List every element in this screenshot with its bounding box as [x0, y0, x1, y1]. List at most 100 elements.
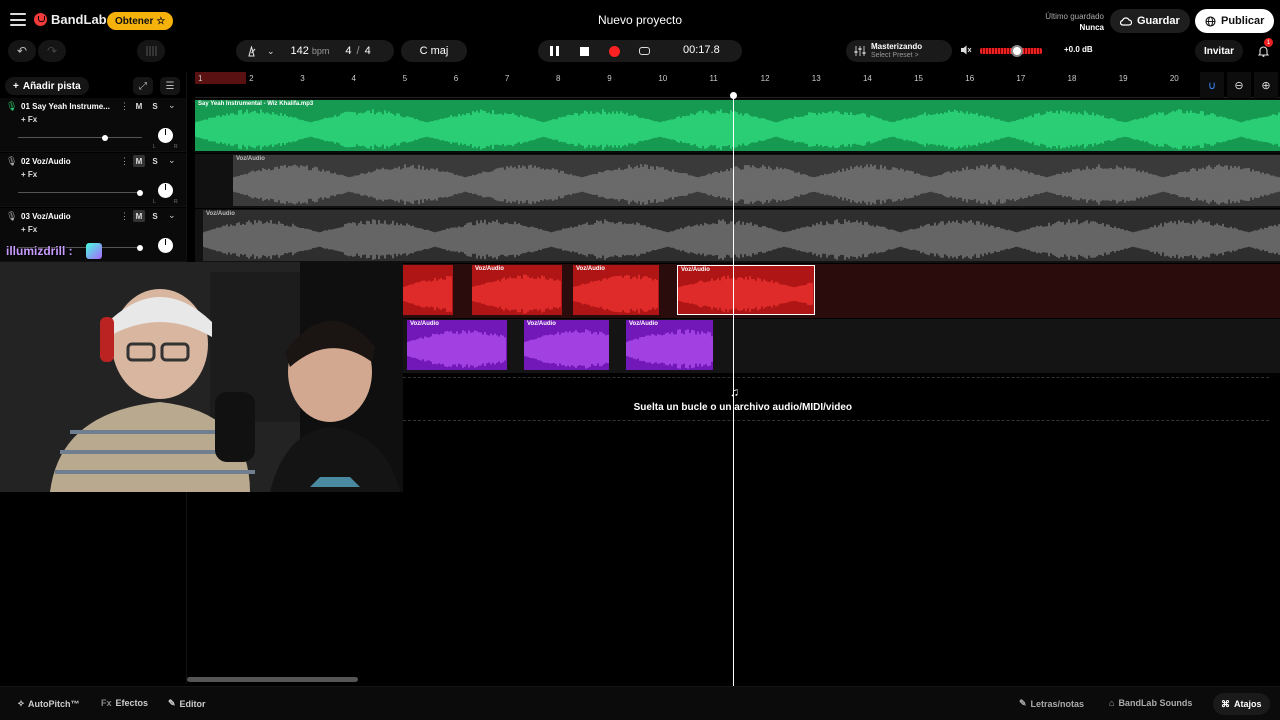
- pan-knob[interactable]: [158, 128, 173, 143]
- audio-region-instrumental[interactable]: Say Yeah Instrumental - Wiz Khalifa.mp3: [195, 100, 1280, 151]
- publish-button[interactable]: Publicar: [1195, 9, 1275, 33]
- loop-region[interactable]: [195, 72, 246, 84]
- playhead[interactable]: [733, 96, 734, 686]
- track-settings-button[interactable]: ☰: [160, 77, 180, 95]
- project-title[interactable]: Nuevo proyecto: [540, 13, 740, 27]
- loop-button[interactable]: [636, 43, 652, 59]
- more-options-icon[interactable]: ⋮: [120, 156, 129, 167]
- plus-icon: +: [13, 80, 19, 92]
- stop-button[interactable]: [576, 43, 592, 59]
- pause-button[interactable]: [546, 43, 562, 59]
- mixer-button[interactable]: [137, 40, 165, 62]
- pan-knob[interactable]: [158, 183, 173, 198]
- track-name[interactable]: 01 Say Yeah Instrume...: [21, 102, 117, 111]
- add-fx-button[interactable]: + Fx: [21, 170, 37, 179]
- audio-region-vocal[interactable]: [403, 265, 453, 315]
- key-selector[interactable]: C maj: [401, 40, 467, 62]
- chevron-down-icon[interactable]: ⌄: [168, 210, 176, 221]
- save-label: Guardar: [1137, 15, 1180, 27]
- invite-label: Invitar: [1203, 45, 1234, 57]
- timeline-ruler[interactable]: 1 2 3 4 5 6 7 8 9 10 11 12 13 14 15 16 17 18 19 20 ∪ ⊖ ⊕: [195, 72, 1280, 98]
- record-button[interactable]: [606, 43, 622, 59]
- chevron-down-icon[interactable]: ⌄: [168, 155, 176, 166]
- region-label: Voz/Audio: [475, 266, 504, 272]
- last-saved-value: Nunca: [1079, 23, 1104, 32]
- automation-button[interactable]: ⤢: [133, 77, 153, 95]
- pan-knob[interactable]: [158, 238, 173, 253]
- cloud-upload-icon: [1120, 17, 1132, 26]
- mute-button[interactable]: M: [133, 155, 145, 167]
- autopitch-button[interactable]: ⟡ AutoPitch™: [18, 698, 79, 709]
- chevron-down-icon[interactable]: ⌄: [267, 46, 275, 57]
- magnet-snap-icon[interactable]: ∪: [1200, 72, 1224, 98]
- audio-region-vocal[interactable]: Voz/Audio: [573, 265, 659, 315]
- save-button[interactable]: Guardar: [1110, 9, 1190, 33]
- ruler-bar-number: 14: [862, 74, 872, 83]
- audio-region-vocal[interactable]: Voz/Audio: [626, 320, 713, 370]
- redo-button[interactable]: ↷: [38, 40, 66, 62]
- waveform: [407, 330, 506, 368]
- effects-button[interactable]: Fx Efectos: [101, 698, 148, 708]
- volume-thumb[interactable]: [136, 245, 143, 251]
- track-header-2[interactable]: 🎙 02 Voz/Audio ⋮ M S ⌄ + Fx L R: [0, 153, 186, 207]
- volume-thumb[interactable]: [1011, 45, 1024, 57]
- tempo-timesig-control: ⌄ 142 bpm 4 / 4: [236, 40, 394, 62]
- invite-button[interactable]: Invitar: [1195, 40, 1243, 62]
- microphone-icon: 🎙: [6, 101, 18, 111]
- volume-thumb[interactable]: [101, 135, 108, 141]
- zoom-out-icon[interactable]: ⊖: [1227, 72, 1251, 98]
- more-options-icon[interactable]: ⋮: [120, 211, 129, 222]
- track-lane-2[interactable]: Voz/Audio: [195, 154, 1280, 208]
- audio-region-vocal[interactable]: Voz/Audio: [203, 210, 1280, 261]
- undo-button[interactable]: ↶: [8, 40, 36, 62]
- solo-button[interactable]: S: [149, 210, 161, 222]
- playhead-handle[interactable]: [730, 92, 737, 99]
- track-volume-slider[interactable]: [18, 190, 143, 196]
- editor-button[interactable]: ✎ Editor: [168, 698, 206, 709]
- track-name[interactable]: 02 Voz/Audio: [21, 157, 117, 166]
- speaker-mute-icon[interactable]: [960, 44, 972, 56]
- audio-region-vocal[interactable]: Voz/Audio: [233, 155, 1280, 206]
- pan-right-label: R: [174, 144, 178, 150]
- chevron-down-icon[interactable]: ⌄: [168, 100, 176, 111]
- audio-region-vocal[interactable]: Voz/Audio: [524, 320, 609, 370]
- track-name[interactable]: 03 Voz/Audio: [21, 212, 117, 221]
- track-volume-slider[interactable]: [18, 135, 142, 141]
- metronome-icon[interactable]: [246, 45, 257, 57]
- webcam-overlay: [0, 262, 403, 492]
- bandlab-sounds-button[interactable]: ⌂ BandLab Sounds: [1109, 698, 1192, 708]
- mastering-preset[interactable]: Select Preset >: [871, 52, 919, 59]
- ruler-bar-number: 20: [1169, 74, 1179, 83]
- master-volume-slider[interactable]: [980, 45, 1042, 57]
- audio-region-vocal-selected[interactable]: Voz/Audio: [677, 265, 815, 315]
- zoom-in-icon[interactable]: ⊕: [1254, 72, 1278, 98]
- audio-region-vocal[interactable]: Voz/Audio: [472, 265, 562, 315]
- hamburger-menu-icon[interactable]: [10, 13, 26, 26]
- horizontal-scrollbar[interactable]: [187, 677, 358, 682]
- shortcuts-button[interactable]: ⌘ Atajos: [1213, 693, 1270, 715]
- region-label: Voz/Audio: [629, 321, 658, 327]
- more-options-icon[interactable]: ⋮: [120, 101, 129, 112]
- solo-button[interactable]: S: [149, 100, 161, 112]
- track-lane-1[interactable]: Say Yeah Instrumental - Wiz Khalifa.mp3: [195, 99, 1280, 153]
- get-membership-button[interactable]: Obtener ☆: [107, 12, 174, 30]
- track-header-1[interactable]: 🎙 01 Say Yeah Instrume... ⋮ M S ⌄ + Fx L…: [0, 98, 186, 152]
- mute-button[interactable]: M: [133, 210, 145, 222]
- add-fx-button[interactable]: + Fx: [21, 115, 37, 124]
- notification-badge: 1: [1264, 38, 1273, 47]
- solo-button[interactable]: S: [149, 155, 161, 167]
- time-sig-denominator[interactable]: 4: [365, 45, 371, 57]
- waveform: [203, 219, 1280, 260]
- drop-zone[interactable]: [403, 377, 1269, 421]
- mute-button[interactable]: M: [133, 100, 145, 112]
- mastering-control[interactable]: Masterizando Select Preset >: [846, 40, 952, 62]
- add-track-button[interactable]: + Añadir pista: [5, 77, 89, 95]
- add-fx-button[interactable]: + Fx: [21, 225, 37, 234]
- volume-thumb[interactable]: [136, 190, 143, 196]
- track-lane-3[interactable]: Voz/Audio: [195, 209, 1280, 263]
- tempo-value[interactable]: 142: [291, 45, 309, 57]
- lyrics-notes-button[interactable]: ✎ Letras/notas: [1019, 698, 1084, 709]
- audio-region-vocal[interactable]: Voz/Audio: [407, 320, 507, 370]
- bandlab-logo[interactable]: BandLab: [34, 12, 107, 27]
- time-sig-numerator[interactable]: 4: [345, 45, 351, 57]
